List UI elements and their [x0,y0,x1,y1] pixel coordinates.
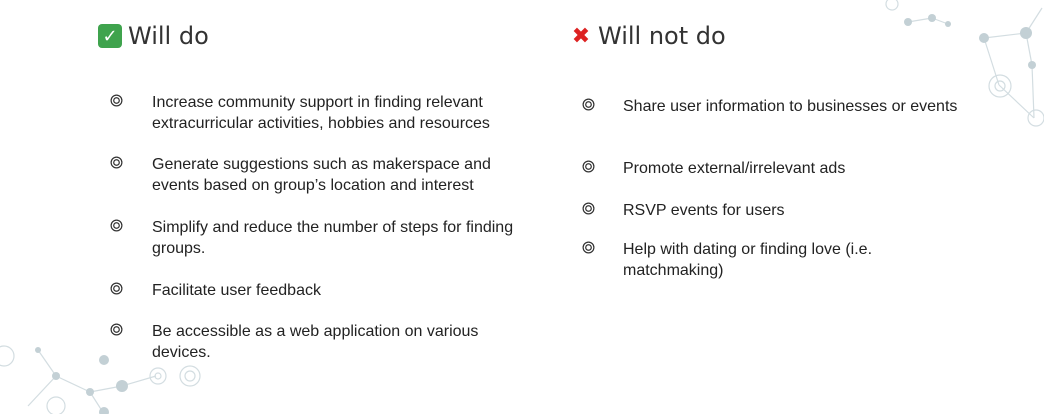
will-not-do-heading: ✖ Will not do [570,22,726,50]
cross-mark-icon: ✖ [571,23,591,49]
will-do-title: Will do [128,22,209,50]
will-do-item-text: Simplify and reduce the number of steps … [152,219,514,257]
circle-bullet-icon [110,323,123,336]
circle-bullet-icon [582,202,595,215]
circle-bullet-icon [110,94,123,107]
check-mark-icon: ✓ [98,24,122,48]
circle-bullet-icon [582,241,595,254]
will-not-do-item-text: Help with dating or finding love (i.e. m… [623,241,873,279]
will-not-do-item-text: Promote external/irrelevant ads [623,160,846,177]
will-not-do-title: Will not do [598,22,726,50]
will-do-item-text: Generate suggestions such as makerspace … [152,156,491,194]
will-not-do-item-text: RSVP events for users [623,202,785,219]
circle-bullet-icon [582,98,595,111]
will-do-heading: ✓ Will do [98,22,209,50]
circle-bullet-icon [110,219,123,232]
circle-bullet-icon [110,156,123,169]
will-do-item-text: Increase community support in finding re… [152,94,490,132]
circle-bullet-icon [110,282,123,295]
circle-bullet-icon [582,160,595,173]
will-do-item-text: Be accessible as a web application on va… [152,323,479,361]
will-not-do-item-text: Share user information to businesses or … [623,98,958,115]
will-do-item-text: Facilitate user feedback [152,282,321,299]
